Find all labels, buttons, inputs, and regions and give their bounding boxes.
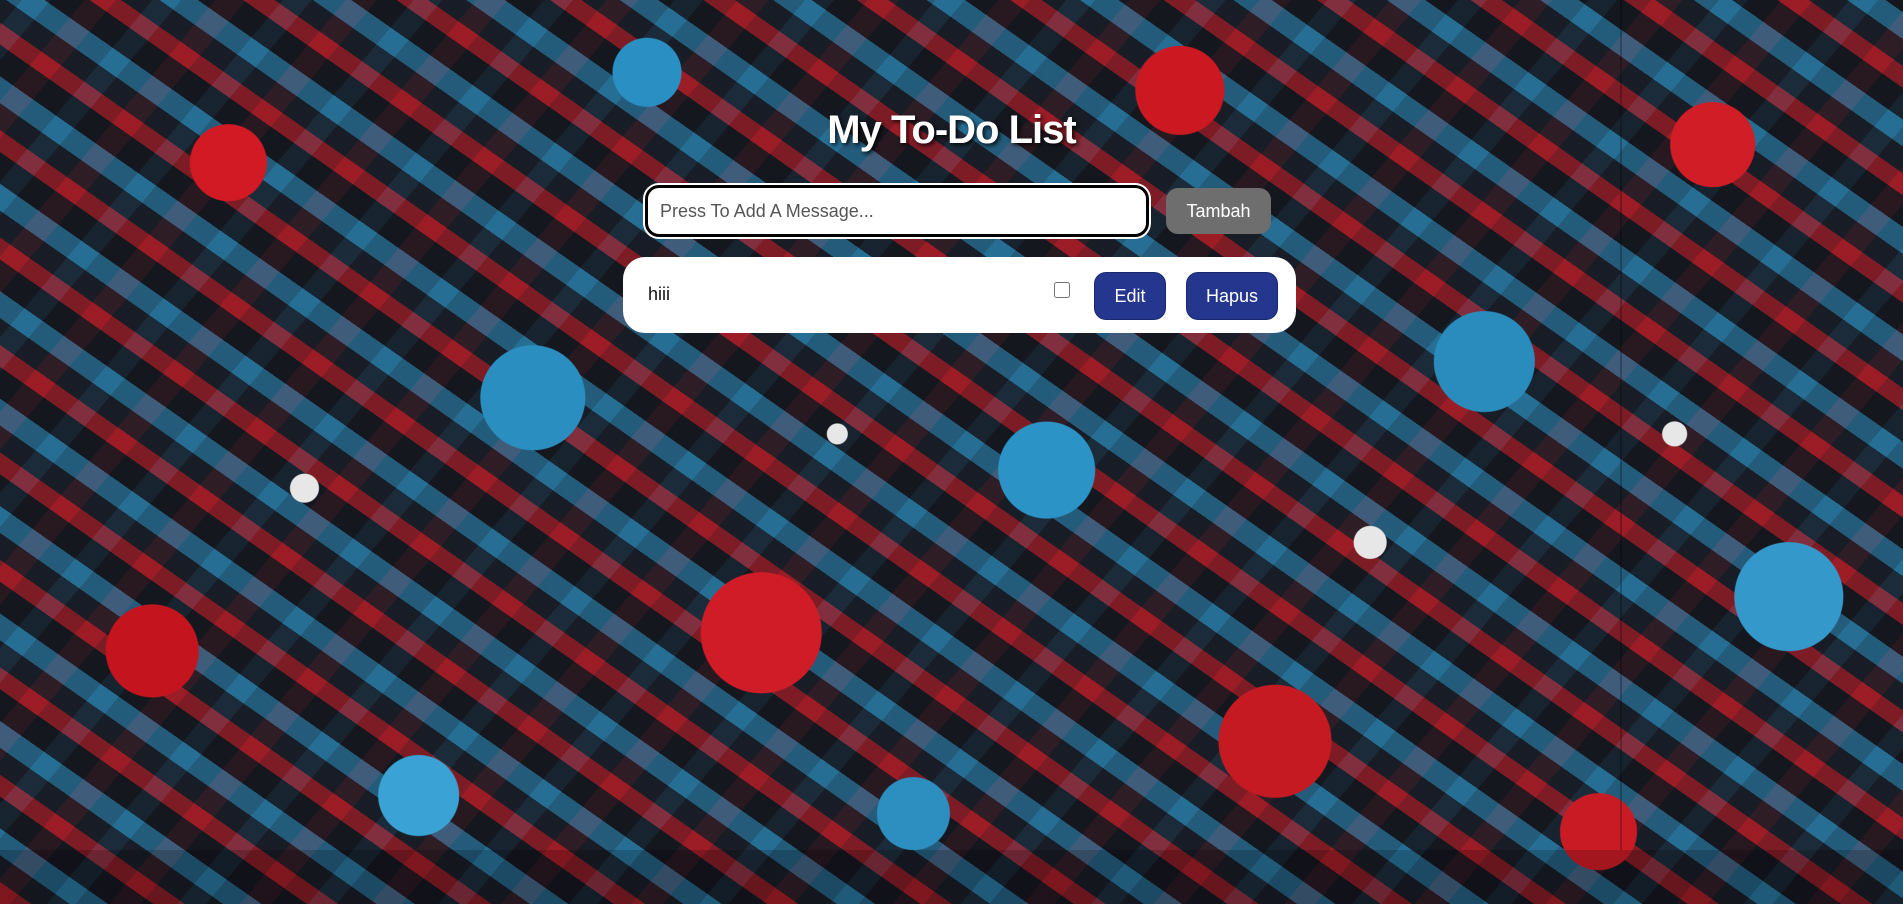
background-bottom-band [0, 850, 1903, 904]
todo-item: hiii Edit Hapus [623, 257, 1296, 333]
page-title: My To-Do List [827, 108, 1076, 152]
todo-input[interactable] [648, 188, 1146, 234]
delete-button[interactable]: Hapus [1186, 272, 1278, 320]
edit-button[interactable]: Edit [1094, 272, 1166, 320]
todo-list: hiii Edit Hapus [623, 257, 1296, 333]
todo-text: hiii [648, 284, 671, 304]
todo-input-wrapper [645, 185, 1149, 237]
add-button[interactable]: Tambah [1166, 188, 1271, 234]
todo-complete-checkbox[interactable] [1054, 282, 1070, 298]
page: My To-Do List Tambah hiii Edit Hapus [0, 0, 1903, 904]
